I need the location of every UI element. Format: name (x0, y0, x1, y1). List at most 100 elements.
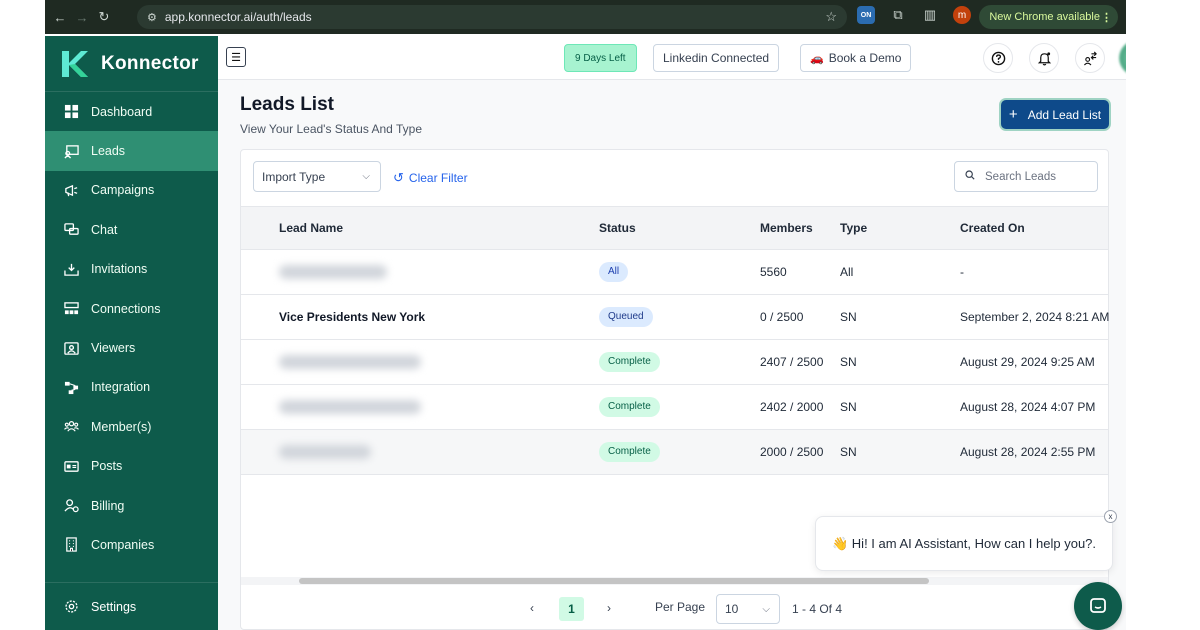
sidebar-item-label: Chat (91, 222, 118, 237)
type-cell: SN (840, 310, 857, 324)
chrome-update-label: New Chrome available (989, 11, 1100, 23)
sidebar-item-integration[interactable]: Integration (45, 368, 218, 407)
scrollbar-thumb[interactable] (299, 578, 929, 584)
created-on-cell: - (960, 265, 964, 279)
puzzle-extensions-icon[interactable]: ⧉ (889, 6, 907, 24)
sidebar-item-members[interactable]: Member(s) (45, 407, 218, 446)
members-cell: 2407 / 2500 (760, 355, 824, 369)
chat-launcher-button[interactable] (1074, 582, 1122, 630)
linkedin-connected-button[interactable]: Linkedin Connected (653, 44, 780, 72)
search-box[interactable] (954, 161, 1098, 192)
column-header-members[interactable]: Members (760, 221, 813, 235)
brand-logo[interactable]: Konnector (45, 36, 218, 92)
brand-name: Konnector (101, 52, 199, 74)
side-panel-icon[interactable]: ▥ (921, 6, 939, 24)
search-leads-input[interactable] (985, 170, 1085, 183)
type-cell: SN (840, 400, 857, 414)
back-icon[interactable]: ← (49, 10, 71, 25)
bookmark-star-icon[interactable]: ☆ (825, 9, 837, 25)
sidebar-item-campaigns[interactable]: Campaigns (45, 171, 218, 210)
table-row[interactable]: Vice Presidents New York Queued 0 / 2500… (241, 295, 1109, 340)
next-page-button[interactable]: › (607, 601, 611, 615)
book-demo-button[interactable]: 🚗 Book a Demo (800, 44, 912, 72)
status-badge: Queued (599, 307, 653, 327)
table-row[interactable]: All 5560 All - (241, 250, 1108, 295)
created-on-cell: August 29, 2024 9:25 AM (960, 355, 1095, 369)
table-row[interactable]: Complete 2000 / 2500 SN August 28, 2024 … (241, 430, 1108, 475)
sidebar-item-dashboard[interactable]: Dashboard (45, 92, 218, 131)
sidebar-item-viewers[interactable]: Viewers (45, 328, 218, 367)
viewers-icon (63, 340, 79, 356)
clear-filter-label: Clear Filter (408, 171, 468, 185)
horizontal-scrollbar[interactable] (241, 577, 1108, 585)
app-frame: ← → ↻ ⚙ app.konnector.ai/auth/leads ☆ ON… (45, 0, 1126, 630)
sidebar-item-label: Campaigns (91, 183, 155, 198)
table-body: All 5560 All - Vice Presidents New York … (241, 250, 1109, 475)
trial-days-badge[interactable]: 9 Days Left (564, 44, 637, 72)
help-icon[interactable] (983, 43, 1013, 73)
sidebar-item-label: Dashboard (91, 104, 153, 119)
sidebar-item-connections[interactable]: Connections (45, 289, 218, 328)
dashboard-icon (63, 104, 79, 120)
status-badge: Complete (599, 397, 660, 417)
sidebar-item-posts[interactable]: Posts (45, 447, 218, 486)
per-page-label: Per Page (655, 600, 706, 614)
column-header-type[interactable]: Type (840, 221, 867, 235)
sidebar-item-label: Invitations (91, 262, 148, 277)
site-settings-icon[interactable]: ⚙ (147, 11, 157, 24)
extension-badge: ON (860, 11, 872, 19)
column-header-status[interactable]: Status (599, 221, 636, 235)
companies-icon (63, 537, 79, 553)
clear-filter-button[interactable]: ↺ Clear Filter (393, 170, 468, 186)
sidebar-item-label: Viewers (91, 341, 136, 356)
column-header-lead-name[interactable]: Lead Name (279, 221, 343, 235)
billing-icon (63, 498, 79, 514)
notification-bell-icon[interactable] (1029, 43, 1059, 73)
lead-name-cell[interactable]: Vice Presidents New York (279, 310, 425, 324)
chrome-update-button[interactable]: New Chrome available ⋮ (979, 5, 1118, 29)
import-type-select[interactable]: Import Type ⌵ (253, 161, 381, 192)
add-lead-list-button[interactable]: + Add Lead List (1001, 100, 1109, 129)
reload-icon[interactable]: ↻ (93, 9, 115, 25)
blurred-lead-name (279, 445, 371, 459)
hamburger-menu-icon[interactable]: ☰ (226, 47, 246, 67)
page-number-button[interactable]: 1 (559, 597, 584, 621)
type-cell: SN (840, 445, 857, 459)
browser-toolbar: ← → ↻ ⚙ app.konnector.ai/auth/leads ☆ ON… (45, 0, 1126, 34)
switch-account-icon[interactable] (1075, 43, 1105, 73)
konnector-extension-icon[interactable]: ON (857, 6, 875, 24)
sidebar-item-billing[interactable]: Billing (45, 486, 218, 525)
per-page-select[interactable]: 10 ⌵ (716, 594, 780, 624)
sidebar-item-invitations[interactable]: Invitations (45, 250, 218, 289)
table-row[interactable]: Complete 2407 / 2500 SN August 29, 2024 … (241, 340, 1108, 385)
forward-icon[interactable]: → (71, 10, 93, 25)
sidebar-item-companies[interactable]: Companies (45, 525, 218, 564)
user-avatar[interactable] (1119, 40, 1126, 76)
posts-icon (63, 458, 79, 474)
sidebar-item-leads[interactable]: Leads (45, 131, 218, 171)
blurred-lead-name (279, 355, 421, 369)
megaphone-icon (63, 182, 79, 198)
close-icon[interactable]: x (1104, 510, 1117, 523)
sidebar-item-chat[interactable]: Chat (45, 210, 218, 249)
sidebar-item-label: Companies (91, 537, 155, 552)
type-cell: SN (840, 355, 857, 369)
prev-page-button[interactable]: ‹ (530, 601, 534, 615)
status-badge: Complete (599, 442, 660, 462)
column-header-created-on[interactable]: Created On (960, 221, 1025, 235)
settings-label: Settings (91, 599, 137, 614)
sidebar-item-settings[interactable]: Settings (45, 582, 218, 630)
more-menu-icon[interactable]: ⋮ (1101, 11, 1112, 24)
reset-icon: ↺ (393, 170, 404, 185)
created-on-cell: August 28, 2024 2:55 PM (960, 445, 1096, 459)
status-badge: Complete (599, 352, 660, 372)
address-bar[interactable]: ⚙ app.konnector.ai/auth/leads ☆ (137, 5, 847, 29)
profile-avatar[interactable]: m (953, 6, 971, 24)
top-header: ☰ 9 Days Left Linkedin Connected 🚗 Book … (218, 36, 1126, 80)
members-cell: 2000 / 2500 (760, 445, 824, 459)
table-row[interactable]: Complete 2402 / 2000 SN August 28, 2024 … (241, 385, 1108, 430)
members-icon (63, 419, 79, 435)
extension-icons: ON ⧉ ▥ m (857, 6, 971, 24)
ai-assistant-bubble[interactable]: 👋 Hi! I am AI Assistant, How can I help … (815, 516, 1113, 571)
blurred-lead-name (279, 265, 387, 279)
